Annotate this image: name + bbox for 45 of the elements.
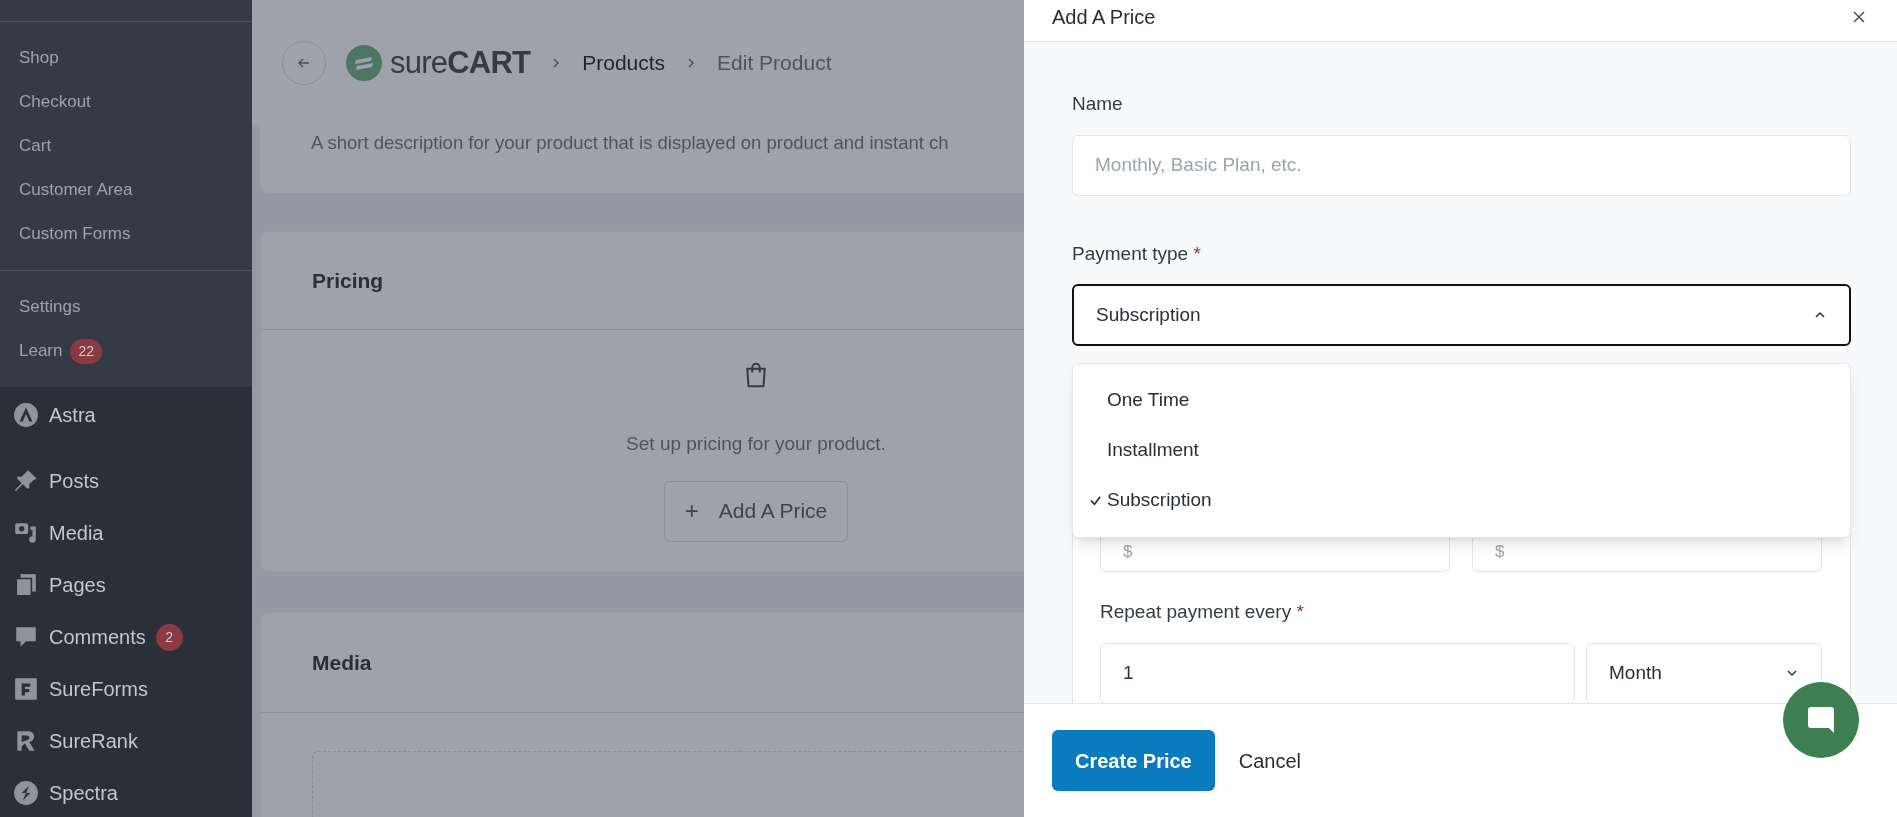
add-price-button[interactable]: + Add A Price [663, 480, 849, 542]
card-title: Pricing [312, 267, 384, 294]
dropdown-option[interactable]: Subscription [1073, 475, 1850, 526]
breadcrumb-link[interactable]: Products [582, 46, 666, 79]
name-input[interactable]: Monthly, Basic Plan, etc. [1072, 134, 1851, 196]
create-price-button[interactable]: Create Price [1052, 730, 1215, 791]
sidebar-menu-item[interactable]: Posts [49, 466, 100, 496]
dropdown-option[interactable]: Installment [1073, 425, 1850, 476]
form-icon [13, 676, 39, 702]
sidebar-submenu-item[interactable]: Custom Forms [0, 212, 252, 256]
count-badge: 22 [70, 338, 103, 364]
sidebar-submenu-item[interactable]: Settings [19, 294, 81, 320]
sidebar-menu-item[interactable]: Spectra [49, 778, 118, 808]
sidebar-submenu-item[interactable]: Customer Area [0, 168, 252, 212]
sidebar-submenu-item[interactable]: Learn [19, 338, 63, 364]
interval-input[interactable]: 1 [1100, 642, 1575, 703]
surecart-logo-icon [346, 44, 382, 81]
card-title: Media [312, 649, 372, 676]
sidebar-menu-item[interactable]: SureRank [49, 726, 138, 756]
empty-state-text: Set up pricing for your product. [626, 432, 886, 456]
sidebar-submenu-item[interactable]: Cart [0, 124, 252, 168]
field-label: Payment type * [1072, 241, 1202, 266]
field-label: Name [1072, 92, 1124, 116]
field-label: Repeat payment every * [1100, 600, 1305, 624]
sidebar-submenu-item[interactable]: Shop [0, 36, 252, 80]
close-icon [1851, 9, 1867, 25]
astra-logo-icon [13, 402, 39, 428]
card-description: A short description for your product that is displayed on product and instant ch [310, 131, 950, 155]
cancel-button[interactable]: Cancel [1238, 730, 1301, 791]
sidebar-submenu-item[interactable]: Checkout [0, 80, 252, 124]
pin-icon [13, 468, 39, 494]
sidebar-menu-item[interactable]: SureForms [49, 674, 148, 704]
dropdown-option[interactable]: One Time [1073, 375, 1850, 426]
media-icon [13, 520, 39, 546]
interval-unit-select[interactable]: Month [1586, 642, 1822, 703]
check-icon [1089, 494, 1102, 507]
sidebar-menu-item[interactable]: Pages [49, 570, 106, 600]
bolt-circle-icon [13, 780, 39, 806]
sidebar-menu-item[interactable]: Comments [49, 622, 146, 652]
sidebar-menu-item[interactable]: Media [49, 518, 104, 548]
sidebar-menu-item[interactable]: Astra [49, 400, 96, 430]
modal-title: Add A Price [1052, 7, 1156, 27]
logo-wordmark: sureCART [390, 47, 531, 78]
payment-type-select[interactable]: Subscription [1072, 284, 1851, 346]
count-badge: 2 [155, 623, 183, 651]
